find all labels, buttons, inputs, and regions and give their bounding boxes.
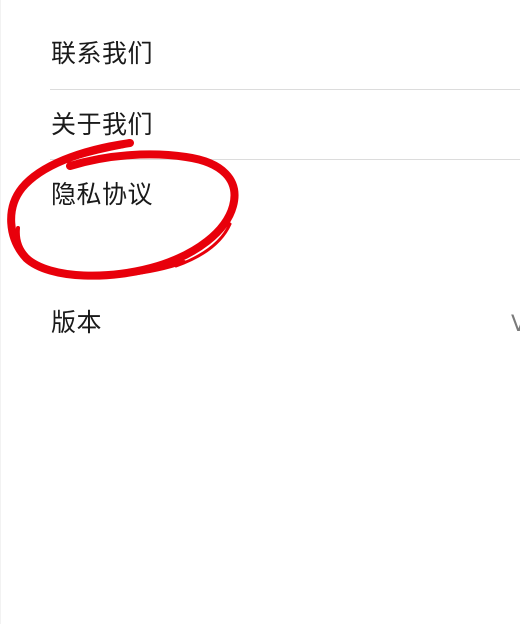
annotation-stroke bbox=[15, 226, 186, 278]
menu-item-version: 版本 V bbox=[50, 288, 520, 358]
menu-item-label: 版本 bbox=[51, 308, 103, 337]
menu-item-label: 隐私协议 bbox=[51, 180, 154, 209]
menu-item-about-us[interactable]: 关于我们 bbox=[50, 90, 520, 160]
menu-item-contact-us[interactable]: 联系我们 bbox=[50, 21, 520, 91]
menu-item-label: 联系我们 bbox=[51, 39, 154, 68]
version-value: V bbox=[510, 312, 520, 337]
annotation-stroke bbox=[174, 222, 232, 268]
menu-item-label: 关于我们 bbox=[51, 110, 154, 139]
left-edge-line bbox=[0, 0, 1, 624]
menu-item-privacy-agreement[interactable]: 隐私协议 bbox=[50, 160, 520, 230]
